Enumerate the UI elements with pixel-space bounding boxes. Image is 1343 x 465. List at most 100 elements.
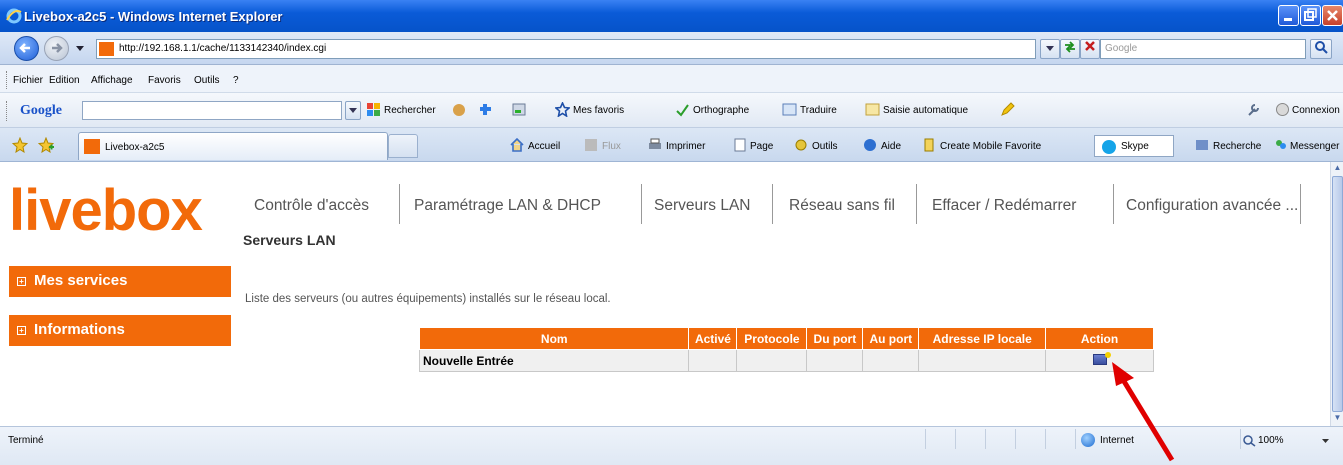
create-mobile-favorite-button[interactable]: Create Mobile Favorite [940,141,1041,152]
plus-icon[interactable] [478,102,493,117]
row-ip [918,349,1047,372]
connexion-button[interactable]: Connexion [1292,105,1340,116]
aide-button[interactable]: Aide [881,141,901,152]
status-divider [1240,429,1241,449]
outils-button[interactable]: Outils [812,141,838,152]
mes-favoris-button[interactable]: Mes favoris [573,105,624,116]
annotation-arrow-icon [1112,362,1175,462]
nav-serveurs-lan[interactable]: Serveurs LAN [654,197,750,215]
translate-icon[interactable] [782,102,797,117]
pencil-icon[interactable] [1000,102,1015,117]
menu-bar: Fichier Edition Affichage Favoris Outils… [0,65,1343,93]
star-icon[interactable] [555,102,570,117]
tab-label: Livebox-a2c5 [105,142,165,153]
search-button[interactable] [1310,39,1332,59]
page-button[interactable]: Page [750,141,773,152]
column-header-adresse-ip: Adresse IP locale [918,327,1047,350]
add-favorite-icon[interactable] [38,137,54,153]
google-rechercher-button[interactable]: Rechercher [384,105,436,116]
forward-button[interactable] [44,36,69,61]
chevron-down-icon [1046,46,1054,51]
new-tab-button[interactable] [388,134,418,158]
menu-edition[interactable]: Edition [49,75,80,86]
accueil-button[interactable]: Accueil [528,141,560,152]
sidebar-informations[interactable]: + Informations [9,315,231,346]
scrollbar-thumb[interactable] [1332,176,1343,412]
toolbar-grip[interactable] [6,71,8,89]
status-divider [1075,429,1076,449]
zoom-icon [1243,435,1256,447]
imprimer-button[interactable]: Imprimer [666,141,705,152]
nav-separator [399,184,400,224]
tab-livebox[interactable]: Livebox-a2c5 [78,132,388,160]
url-dropdown-button[interactable] [1040,39,1060,59]
search-input[interactable]: Google [1100,39,1306,59]
sidebar-mes-services[interactable]: + Mes services [9,266,231,297]
wrench-icon[interactable] [1246,102,1261,117]
menu-outils[interactable]: Outils [194,75,220,86]
flux-button[interactable]: Flux [602,141,621,152]
refresh-icon [1065,41,1075,53]
scroll-up-icon[interactable]: ▲ [1332,163,1343,175]
close-button[interactable] [1322,5,1343,26]
tab-bar: Livebox-a2c5 Accueil Flux Imprimer Page … [0,128,1343,162]
zoom-dropdown-icon[interactable] [1322,439,1329,444]
news-icon[interactable] [452,102,467,117]
row-active [688,349,738,372]
nav-parametrage-lan-dhcp[interactable]: Paramétrage LAN & DHCP [414,197,601,215]
stop-button[interactable] [1080,39,1100,59]
url-field[interactable]: http://192.168.1.1/cache/1133142340/inde… [96,39,1036,59]
autofill-icon[interactable] [865,102,880,117]
menu-affichage[interactable]: Affichage [91,75,133,86]
menu-fichier[interactable]: Fichier [13,75,43,86]
google-search-dropdown[interactable] [345,101,361,120]
back-button[interactable] [14,36,39,61]
scroll-down-icon[interactable]: ▼ [1332,413,1343,425]
spellcheck-icon[interactable] [675,102,690,117]
nav-controle-acces[interactable]: Contrôle d'accès [254,197,369,215]
row-protocole [736,349,808,372]
messenger-button[interactable]: Messenger [1290,141,1339,152]
minimize-button[interactable] [1278,5,1299,26]
nav-effacer-redemarrer[interactable]: Effacer / Redémarrer [932,197,1076,215]
orthographe-button[interactable]: Orthographe [693,105,749,116]
livebox-logo[interactable]: livebox [9,182,203,240]
url-text: http://192.168.1.1/cache/1133142340/inde… [119,43,327,54]
maximize-button[interactable] [1300,5,1321,26]
column-header-action: Action [1045,327,1154,350]
site-favicon-icon [84,139,100,154]
recherche-button[interactable]: Recherche [1213,141,1261,152]
pagerank-icon[interactable] [512,102,527,117]
favorites-star-icon[interactable] [12,137,28,153]
column-header-au-port: Au port [862,327,920,350]
google-logo[interactable]: Google [20,103,62,119]
column-header-du-port: Du port [806,327,864,350]
chevron-down-icon [349,108,357,113]
address-toolbar: http://192.168.1.1/cache/1133142340/inde… [0,32,1343,65]
sidebar-item-label: Mes services [34,272,128,289]
stop-icon [1085,41,1095,51]
title-bar: Livebox-a2c5 - Windows Internet Explorer [0,0,1343,32]
google-search-icon [367,103,380,116]
forward-arrow-icon [52,43,63,53]
vertical-scrollbar[interactable]: ▲ ▼ [1330,162,1343,426]
zoom-level[interactable]: 100% [1258,435,1284,446]
nav-configuration-avancee[interactable]: Configuration avancée ... [1126,197,1298,215]
nav-reseau-sans-fil[interactable]: Réseau sans fil [789,197,895,215]
research-icon [1196,140,1208,150]
saisie-automatique-button[interactable]: Saisie automatique [883,105,968,116]
status-divider [1015,429,1016,449]
refresh-button[interactable] [1060,39,1080,59]
menu-help[interactable]: ? [233,75,239,86]
skype-label: Skype [1121,141,1149,152]
toolbar-grip[interactable] [6,101,8,121]
signin-icon[interactable] [1275,102,1290,117]
window-title: Livebox-a2c5 - Windows Internet Explorer [24,9,283,24]
skype-button[interactable]: Skype [1094,135,1174,157]
history-dropdown-icon[interactable] [76,46,84,52]
menu-favoris[interactable]: Favoris [148,75,181,86]
printer-icon [649,138,661,149]
traduire-button[interactable]: Traduire [800,105,837,116]
google-search-input[interactable] [82,101,342,120]
column-header-active: Activé [688,327,738,350]
